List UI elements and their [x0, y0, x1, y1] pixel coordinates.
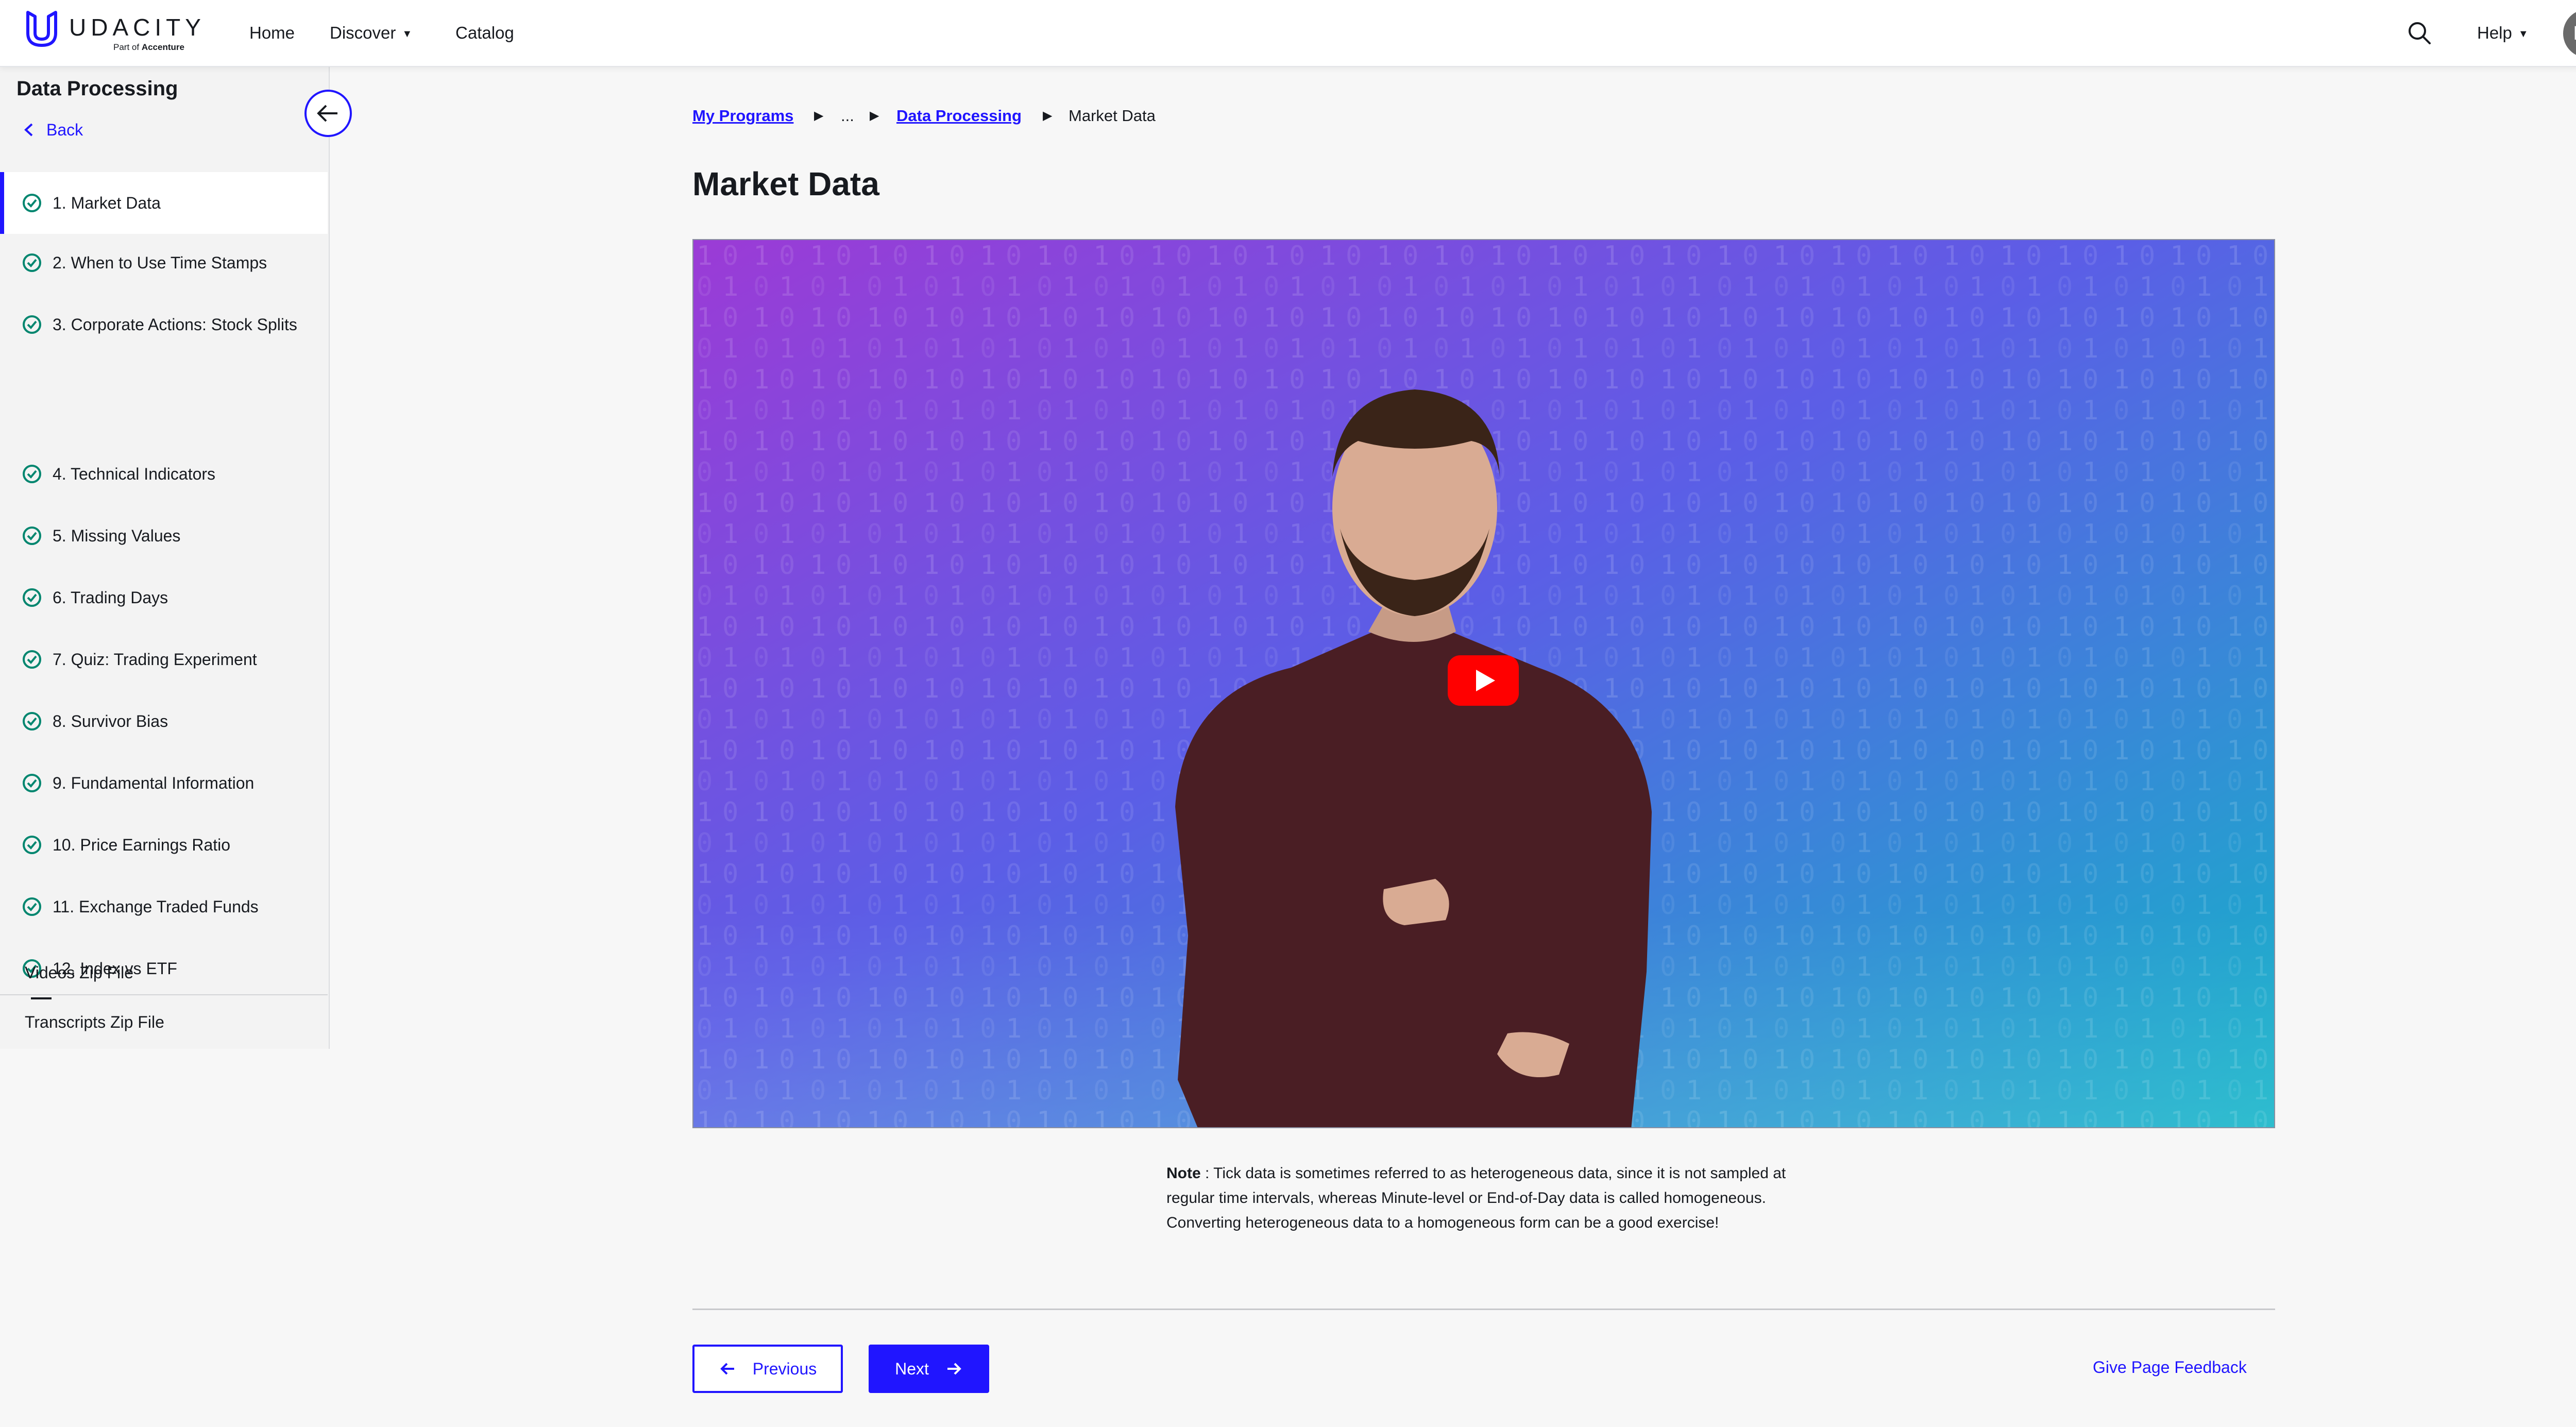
check-circle-icon: [23, 650, 41, 669]
logo-wordmark: UDACITY: [69, 14, 206, 41]
check-circle-icon: [23, 526, 41, 545]
check-circle-icon: [23, 465, 41, 483]
sidebar-item-price-earnings-ratio[interactable]: 10. Price Earnings Ratio: [0, 833, 328, 857]
sidebar-item-technical-indicators[interactable]: 4. Technical Indicators: [0, 462, 328, 486]
sidebar-item-quiz-trading-experiment[interactable]: 7. Quiz: Trading Experiment: [0, 647, 328, 672]
sidebar-scroll-indicator: [31, 997, 52, 999]
transcripts-zip-download-link[interactable]: Transcripts Zip File: [25, 1013, 164, 1032]
udacity-logo-icon: [26, 11, 57, 47]
breadcrumb-data-processing[interactable]: Data Processing: [896, 104, 1022, 128]
sidebar-item-missing-values[interactable]: 5. Missing Values: [0, 523, 328, 548]
give-page-feedback-link[interactable]: Give Page Feedback: [2093, 1358, 2247, 1377]
sidebar-back-link[interactable]: Back: [23, 121, 83, 140]
breadcrumb-current-page: Market Data: [1069, 107, 1156, 125]
sidebar-item-label: 6. Trading Days: [53, 588, 168, 607]
check-circle-icon: [23, 897, 41, 916]
caret-down-icon: ▼: [402, 28, 413, 40]
check-circle-icon: [23, 253, 41, 272]
arrow-right-icon: [947, 1363, 961, 1375]
lesson-sidebar: Data Processing Back 1. Market Data 2. W…: [0, 67, 330, 1049]
check-circle-icon: [23, 712, 41, 731]
breadcrumb-separator-icon: ▶: [870, 109, 879, 123]
next-button-label: Next: [895, 1359, 929, 1378]
caret-down-icon: ▼: [2518, 28, 2529, 40]
lesson-note: Note : Tick data is sometimes referred t…: [1166, 1161, 1816, 1235]
sidebar-item-label: 11. Exchange Traded Funds: [53, 897, 259, 916]
sidebar-item-label: 10. Price Earnings Ratio: [53, 836, 231, 854]
logo-tagline-prefix: Part of: [113, 42, 140, 52]
sidebar-item-label: 3. Corporate Actions: Stock Splits: [53, 315, 297, 334]
sidebar-item-label: 1. Market Data: [53, 194, 161, 212]
search-icon[interactable]: [2406, 20, 2433, 46]
sidebar-item-label: 5. Missing Values: [53, 526, 181, 545]
sidebar-item-label: 7. Quiz: Trading Experiment: [53, 650, 257, 669]
videos-zip-download-link[interactable]: Videos Zip File: [25, 963, 133, 982]
arrow-left-icon: [720, 1363, 734, 1375]
logo-tagline: Part of Accenture: [113, 42, 184, 53]
sidebar-item-stock-splits[interactable]: 3. Corporate Actions: Stock Splits: [0, 312, 328, 337]
video-player[interactable]: 1 0 0 1: [692, 239, 2275, 1128]
nav-home-label: Home: [249, 23, 295, 42]
content-divider: [692, 1309, 2275, 1310]
breadcrumb-ellipsis[interactable]: ...: [841, 104, 854, 128]
sidebar-back-label: Back: [46, 121, 83, 139]
check-circle-icon: [23, 774, 41, 792]
nav-home-link[interactable]: Home: [249, 22, 295, 44]
sidebar-item-trading-days[interactable]: 6. Trading Days: [0, 585, 328, 610]
nav-catalog-link[interactable]: Catalog: [455, 22, 514, 44]
previous-button-label: Previous: [752, 1359, 817, 1378]
sidebar-item-fundamental-information[interactable]: 9. Fundamental Information: [0, 771, 328, 795]
logo-tagline-company: Accenture: [141, 42, 184, 52]
sidebar-item-label: 2. When to Use Time Stamps: [53, 253, 267, 272]
sidebar-item-label: 8. Survivor Bias: [53, 712, 168, 731]
nav-discover-dropdown[interactable]: Discover ▼: [330, 22, 412, 45]
check-circle-icon: [23, 836, 41, 854]
note-text: : Tick data is sometimes referred to as …: [1166, 1165, 1786, 1231]
sidebar-item-survivor-bias[interactable]: 8. Survivor Bias: [0, 709, 328, 734]
sidebar-item-label: 9. Fundamental Information: [53, 774, 255, 792]
chevron-left-icon: [24, 123, 33, 137]
next-button[interactable]: Next: [869, 1345, 989, 1393]
nav-discover-label: Discover: [330, 23, 396, 42]
previous-button[interactable]: Previous: [692, 1345, 843, 1393]
check-circle-icon: [23, 194, 41, 212]
sidebar-item-label: 4. Technical Indicators: [53, 465, 216, 483]
top-nav-bar: UDACITY Part of Accenture Home Discover ▼…: [0, 0, 2576, 67]
help-dropdown[interactable]: Help ▼: [2477, 22, 2529, 45]
udacity-logo[interactable]: UDACITY Part of Accenture: [24, 9, 204, 56]
sidebar-item-exchange-traded-funds[interactable]: 11. Exchange Traded Funds: [0, 894, 328, 919]
check-circle-icon: [23, 588, 41, 607]
nav-catalog-label: Catalog: [455, 23, 514, 42]
page-title: Market Data: [692, 165, 879, 202]
help-label: Help: [2477, 23, 2512, 42]
sidebar-title: Data Processing: [16, 77, 178, 100]
arrow-left-icon: [317, 105, 337, 122]
youtube-play-icon[interactable]: [1448, 655, 1519, 706]
sidebar-item-market-data[interactable]: 1. Market Data: [0, 172, 328, 234]
breadcrumb-my-programs[interactable]: My Programs: [692, 104, 793, 128]
collapse-sidebar-button[interactable]: [304, 90, 352, 137]
note-label: Note: [1166, 1165, 1201, 1182]
sidebar-item-time-stamps[interactable]: 2. When to Use Time Stamps: [0, 250, 328, 275]
breadcrumb-separator-icon: ▶: [1043, 109, 1053, 123]
sidebar-divider: [0, 994, 328, 995]
breadcrumb-separator-icon: ▶: [814, 109, 824, 123]
check-circle-icon: [23, 315, 41, 334]
user-avatar[interactable]: HC: [2563, 9, 2576, 58]
